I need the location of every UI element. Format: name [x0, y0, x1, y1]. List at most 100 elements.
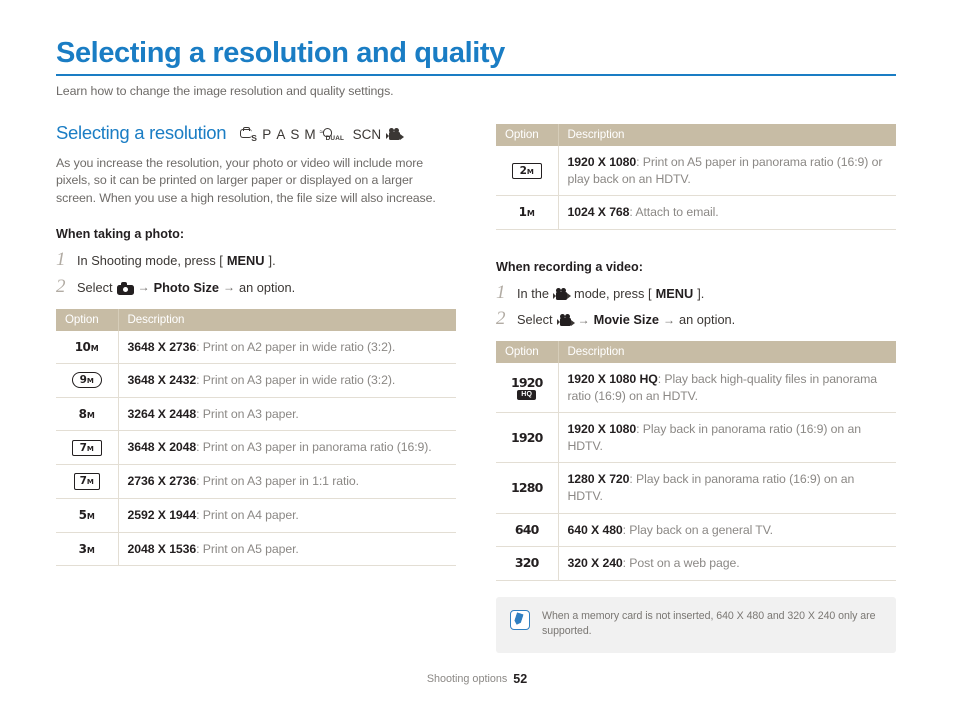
- resolution-description: : Print on A4 paper.: [196, 507, 299, 522]
- resolution-description: : Print on A5 paper.: [196, 541, 299, 556]
- photo-size-rows: 10 M 3648 X 2736: Print on A2 paper in wid…: [56, 330, 456, 567]
- step-number: 2: [496, 308, 506, 330]
- table-row: 9 M 3648 X 2432: Print on A3 paper in wide…: [56, 363, 456, 398]
- table-row: 2 M 1920 X 1080: Print on A5 paper in pano…: [496, 146, 896, 197]
- video-step-2: 2 Select → Movie Size → an option.: [496, 309, 896, 329]
- column-header-option: Option: [496, 124, 559, 146]
- movie-size-table: Option Description 1920 HQ 1920 X 1080 HQ:…: [496, 341, 896, 581]
- table-row: 7 M 2736 X 2736: Print on A3 paper in 1:1 …: [56, 464, 456, 499]
- photo-size-continued-rows: 2 M 1920 X 1080: Print on A5 paper in pano…: [496, 146, 896, 230]
- column-header-option: Option: [496, 341, 559, 364]
- resolution-value: 1280 X 720: [567, 472, 630, 487]
- step-text-post: an option.: [239, 279, 296, 295]
- table-row: 10 M 3648 X 2736: Print on A2 paper in wid…: [56, 330, 456, 365]
- step-text-post: ].: [268, 253, 276, 269]
- resolution-description: : Print on A3 paper.: [196, 406, 299, 421]
- step-text-pre: In Shooting mode, press [: [77, 253, 223, 269]
- option-cell: 8M: [56, 397, 119, 432]
- page-footer: Shooting options 52: [0, 672, 954, 686]
- option-cell: 2M: [496, 146, 559, 197]
- option-cell: 10 M: [56, 330, 119, 365]
- resolution-value: 640 X 480: [567, 522, 623, 537]
- mode-scn-label: SCN: [352, 126, 382, 142]
- right-column: Option Description 2 M 1920 X 1080: Print …: [496, 124, 896, 653]
- step-text-mid: mode, press [: [574, 285, 652, 301]
- arrow-glyph: →: [137, 280, 150, 295]
- resolution-badge-icon: 5M: [78, 508, 95, 523]
- left-column: Selecting a resolution S P A S M ≈ DUAL …: [56, 123, 456, 567]
- resolution-value: 1920 X 1080 HQ: [567, 372, 658, 387]
- resolution-value: 3264 X 2448: [127, 406, 197, 421]
- mode-m-label: M: [304, 126, 316, 142]
- description-cell: 1920 X 1080: Print on A5 paper in panora…: [558, 146, 896, 197]
- resolution-value: 3648 X 2432: [127, 373, 197, 388]
- photo-size-table-continued: Option Description 2 M 1920 X 1080: Print …: [496, 124, 896, 230]
- step-number: 1: [56, 249, 66, 271]
- description-cell: 1280 X 720: Play back in panorama ratio …: [558, 462, 896, 514]
- column-header-description: Description: [118, 308, 456, 331]
- photo-step-1: 1 In Shooting mode, press [MENU].: [56, 250, 456, 270]
- step-text: In Shooting mode, press [MENU].: [77, 253, 276, 270]
- option-cell: 1920 HQ: [496, 363, 559, 414]
- resolution-value: 2048 X 1536: [127, 541, 197, 556]
- step-text-pre: Select: [517, 312, 553, 328]
- menu-key-label: MENU: [226, 253, 265, 269]
- page-title: Selecting a resolution and quality: [56, 37, 505, 69]
- resolution-badge-icon: 9M: [71, 372, 102, 389]
- resolution-value: 3648 X 2048: [127, 440, 197, 455]
- movie-mode-icon: [386, 128, 405, 141]
- step-number: 2: [56, 275, 66, 297]
- option-cell: 1M: [496, 195, 559, 230]
- dual-is-icon: ≈ DUAL: [319, 127, 345, 143]
- manual-page: Selecting a resolution and quality Learn…: [0, 0, 954, 720]
- resolution-badge-icon: 2M: [511, 162, 542, 179]
- table-row: 5 M 2592 X 1944: Print on A4 paper.: [56, 498, 456, 533]
- resolution-badge-icon: 10 M: [74, 339, 99, 354]
- menu-key-label: MENU: [655, 285, 694, 301]
- note-box: When a memory card is not inserted, 640 …: [496, 596, 896, 653]
- movie-camera-icon: [556, 314, 575, 327]
- section-header: Selecting a resolution S P A S M ≈ DUAL …: [56, 123, 456, 143]
- resolution-description: : Play back on a general TV.: [622, 522, 774, 537]
- option-cell: 640: [496, 513, 559, 548]
- resolution-description: : Attach to email.: [629, 205, 719, 220]
- option-cell: 1920: [496, 412, 559, 464]
- table-row: 640 640 X 480: Play back on a general TV.: [496, 513, 896, 548]
- description-cell: 3648 X 2736: Print on A2 paper in wide r…: [118, 330, 456, 365]
- page-subtitle: Learn how to change the image resolution…: [56, 84, 394, 98]
- description-cell: 1920 X 1080 HQ: Play back high-quality f…: [558, 363, 896, 414]
- description-cell: 1920 X 1080: Play back in panorama ratio…: [558, 412, 896, 464]
- table-row: 320 320 X 240: Post on a web page.: [496, 546, 896, 581]
- option-cell: 5M: [56, 498, 119, 533]
- table-row: 1920 1920 X 1080: Play back in panorama r…: [496, 412, 896, 464]
- description-cell: 2736 X 2736: Print on A3 paper in 1:1 ra…: [118, 464, 456, 499]
- resolution-badge-icon: 1M: [518, 205, 535, 220]
- table-row: 1280 1280 X 720: Play back in panorama ra…: [496, 462, 896, 514]
- description-cell: 3264 X 2448: Print on A3 paper.: [118, 397, 456, 432]
- video-steps: 1 In the mode, press [MENU]. 2 Select → …: [496, 283, 896, 329]
- footer-section-label: Shooting options: [426, 673, 508, 685]
- option-cell: 320: [496, 546, 559, 581]
- description-cell: 2592 X 1944: Print on A4 paper.: [118, 498, 456, 533]
- table-row: 7 M 3648 X 2048: Print on A3 paper in pano…: [56, 430, 456, 465]
- step-text-post: an option.: [679, 312, 736, 328]
- step-text: In the mode, press [MENU].: [517, 286, 704, 303]
- mode-a-label: A: [276, 126, 286, 142]
- arrow-glyph: →: [577, 312, 590, 327]
- step-text-pre: Select: [77, 279, 113, 295]
- video-when-label: When recording a video:: [496, 259, 643, 274]
- step-text-post: ].: [697, 285, 705, 301]
- description-cell: 640 X 480: Play back on a general TV.: [558, 513, 896, 548]
- photo-step-2: 2 Select → Photo Size → an option.: [56, 277, 456, 297]
- column-header-description: Description: [558, 124, 896, 146]
- movie-size-rows: 1920 HQ 1920 X 1080 HQ: Play back high-qua…: [496, 363, 896, 581]
- resolution-description: : Print on A3 paper in wide ratio (3:2).: [196, 373, 396, 388]
- description-cell: 1024 X 768: Attach to email.: [558, 195, 896, 230]
- note-pencil-icon: [510, 609, 530, 630]
- description-cell: 3648 X 2432: Print on A3 paper in wide r…: [118, 363, 456, 398]
- description-cell: 2048 X 1536: Print on A5 paper.: [118, 532, 456, 567]
- column-header-description: Description: [558, 341, 896, 364]
- movie-resolution-badge-icon: 640: [514, 521, 539, 537]
- column-header-option: Option: [56, 308, 119, 331]
- mode-s-label: S: [290, 126, 300, 142]
